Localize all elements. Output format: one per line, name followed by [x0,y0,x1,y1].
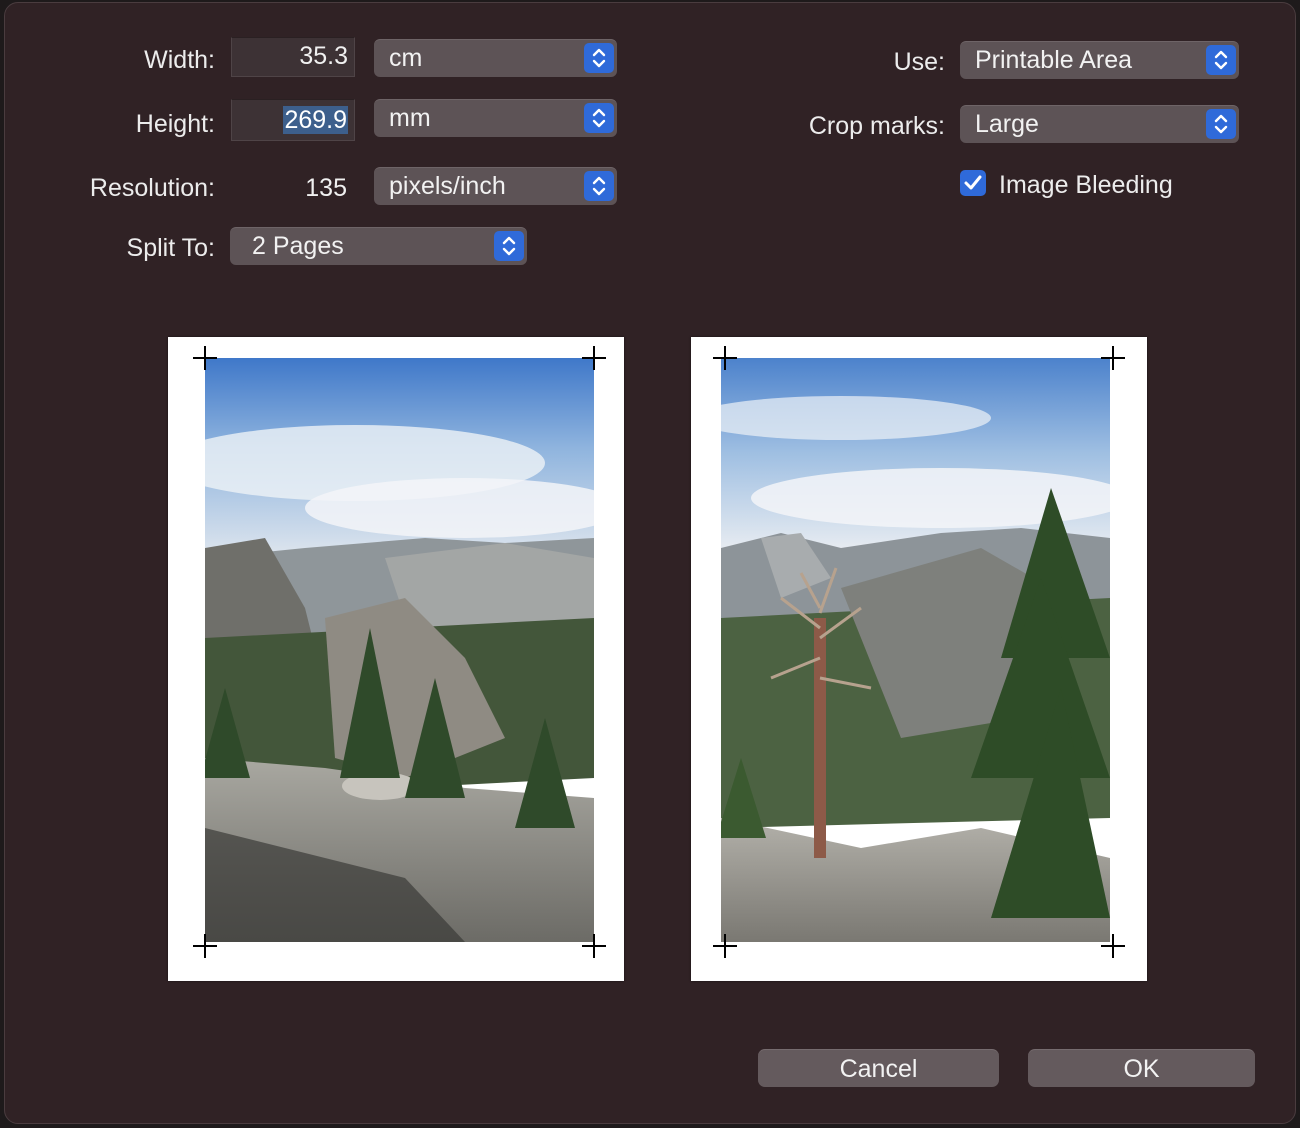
preview-photo-right [721,358,1110,942]
ok-button[interactable]: OK [1028,1049,1255,1087]
width-unit-select[interactable]: cm [374,39,617,77]
width-field[interactable]: 35.3 [231,37,355,77]
page-preview-2 [691,337,1147,981]
crop-mark-icon [1101,934,1125,958]
checkmark-icon [964,175,982,190]
resolution-value: 135 [305,174,347,202]
height-value-selected: 269.9 [283,106,348,134]
preview-photo-left [205,358,594,942]
crop-mark-icon [582,346,606,370]
crop-marks-select[interactable]: Large [960,105,1239,143]
image-bleeding-label[interactable]: Image Bleeding [999,170,1259,200]
chevron-updown-icon [584,171,614,201]
height-unit-select[interactable]: mm [374,99,617,137]
chevron-updown-icon [494,231,524,261]
chevron-updown-icon [1206,45,1236,75]
height-label-text: Height: [135,110,215,138]
crop-mark-icon [713,934,737,958]
crop-marks-value: Large [975,110,1039,138]
resolution-unit-select[interactable]: pixels/inch [374,167,617,205]
use-value: Printable Area [975,46,1133,74]
crop-mark-icon [193,934,217,958]
resolution-label: Resolution: [89,174,215,202]
resolution-unit-value: pixels/inch [389,172,506,200]
use-select[interactable]: Printable Area [960,41,1239,79]
width-unit-value: cm [389,44,423,72]
chevron-updown-icon [584,43,614,73]
use-label: Use: [893,48,945,76]
crop-mark-icon [582,934,606,958]
split-label: Split To: [126,234,215,262]
image-bleeding-checkbox[interactable] [960,170,986,196]
height-label: Height: [95,109,215,139]
height-field[interactable]: 269.9 [231,99,355,141]
width-label: Width: [144,46,215,74]
crop-mark-icon [1101,346,1125,370]
crop-mark-icon [713,346,737,370]
page-preview-1 [168,337,624,981]
split-value: 2 Pages [252,232,344,260]
cancel-button[interactable]: Cancel [758,1049,999,1087]
chevron-updown-icon [584,103,614,133]
crop-mark-icon [193,346,217,370]
split-print-dialog: Width: 35.3 cm Height: 269.9 mm Resoluti… [4,2,1296,1124]
chevron-updown-icon [1206,109,1236,139]
crop-marks-label: Crop marks: [808,112,945,140]
split-select[interactable]: 2 Pages [230,227,527,265]
height-unit-value: mm [389,104,431,132]
